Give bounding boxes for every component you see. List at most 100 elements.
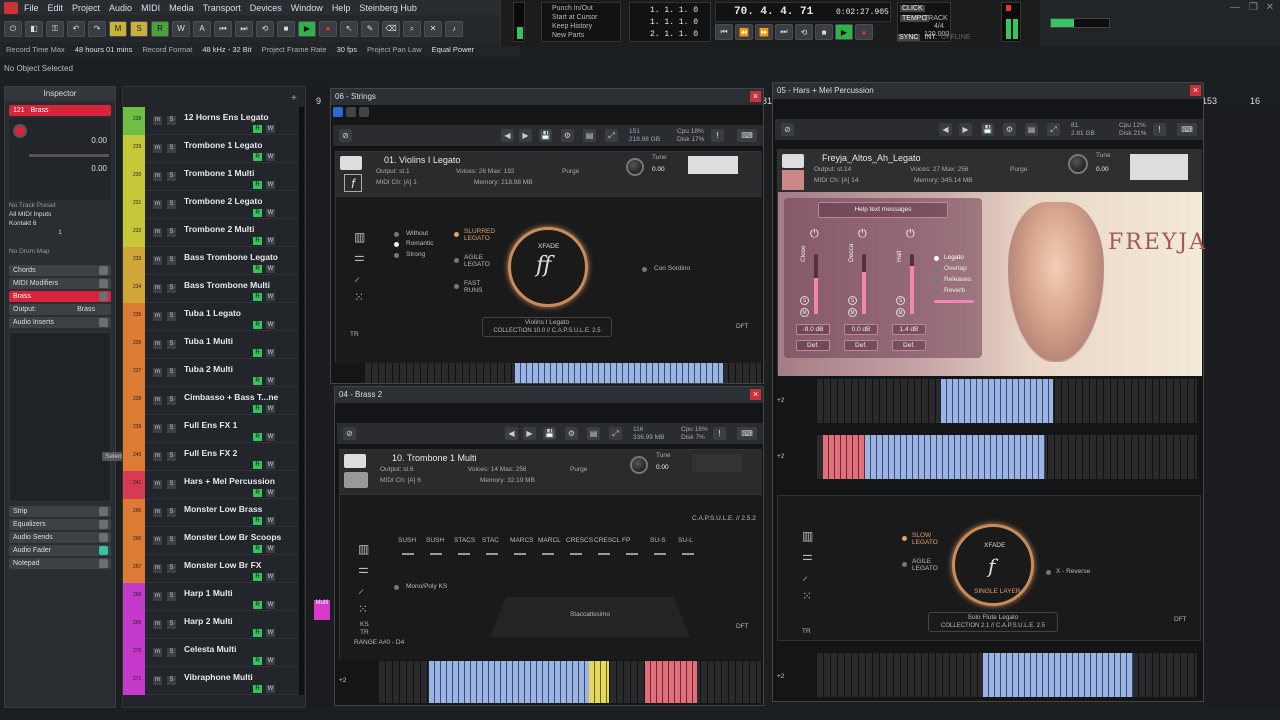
brass-resize-icon[interactable]: ⤢: [609, 427, 622, 440]
track-row[interactable]: 232 m S Trombone 2 Multi R W: [123, 219, 305, 247]
brass-kontakt-logo-icon[interactable]: ⊘: [343, 427, 356, 440]
solo-button[interactable]: S: [167, 144, 176, 153]
articulation-button[interactable]: CRESCS: [566, 537, 593, 544]
write-automation-button[interactable]: W: [266, 489, 275, 497]
read-automation-button[interactable]: R: [253, 573, 262, 581]
solo-button[interactable]: S: [167, 228, 176, 237]
reverb-slider[interactable]: [934, 300, 974, 303]
strings-write-icon[interactable]: [359, 107, 369, 117]
track-color[interactable]: 241: [123, 471, 145, 499]
brass-dft[interactable]: DFT: [736, 623, 749, 630]
read-automation-button[interactable]: R: [253, 601, 262, 609]
brass-rack-icon[interactable]: ▤: [587, 427, 600, 440]
section-midi-modifiers[interactable]: MIDI Modifiers: [9, 278, 111, 289]
mute-button[interactable]: m: [153, 172, 162, 181]
punch-locator[interactable]: 2. 1. 1. 0: [650, 30, 698, 39]
cycle2-icon[interactable]: ⟲: [795, 24, 813, 40]
write-automation-button[interactable]: W: [266, 293, 275, 301]
read-mode-button[interactable]: R: [151, 20, 169, 37]
articulation-button[interactable]: CRESCL: [594, 537, 620, 544]
prev-icon[interactable]: ◀: [501, 129, 514, 142]
mute-button[interactable]: m: [153, 116, 162, 125]
brass-save-icon[interactable]: 💾: [543, 427, 556, 440]
articulation-button[interactable]: FP: [622, 537, 630, 544]
opt-reverb[interactable]: Reverb: [944, 287, 965, 294]
constrain-delay-icon[interactable]: ◧: [25, 20, 43, 37]
write-automation-button[interactable]: W: [266, 237, 275, 245]
read-automation-button[interactable]: R: [253, 153, 262, 161]
write-automation-button[interactable]: W: [266, 517, 275, 525]
flute-tr[interactable]: TR: [802, 628, 811, 635]
track-name[interactable]: Hars + Mel Percussion: [184, 476, 275, 486]
read-automation-button[interactable]: R: [253, 657, 262, 665]
hars-rack-icon[interactable]: ▤: [1025, 123, 1038, 136]
mic-mute-button[interactable]: M: [896, 308, 905, 317]
redo-icon[interactable]: ↷: [88, 20, 106, 37]
mic-default-button[interactable]: Def.: [796, 340, 830, 351]
track-color[interactable]: 235: [123, 303, 145, 331]
mic-level-value[interactable]: 1.4 dB: [892, 324, 926, 335]
mic-slider[interactable]: [814, 254, 818, 314]
menu-midi[interactable]: MIDI: [141, 3, 160, 13]
rack-icon[interactable]: ▤: [583, 129, 596, 142]
solo-button[interactable]: S: [167, 368, 176, 377]
write-automation-button[interactable]: W: [266, 321, 275, 329]
track-name[interactable]: Full Ens FX 1: [184, 420, 237, 430]
hars-save-icon[interactable]: 💾: [981, 123, 994, 136]
brass-gear-icon[interactable]: ⚙: [565, 427, 578, 440]
slow-legato-dot[interactable]: [902, 536, 907, 541]
insert-slots[interactable]: [9, 332, 111, 502]
track-color[interactable]: 231: [123, 191, 145, 219]
new-parts-option[interactable]: New Parts: [552, 32, 584, 39]
art-strong[interactable]: Strong: [406, 251, 425, 258]
automation-mode-button[interactable]: A: [193, 20, 211, 37]
brass-ks[interactable]: KS: [360, 621, 369, 628]
go-end-icon[interactable]: ⏭: [775, 24, 793, 40]
track-color[interactable]: 271: [123, 667, 145, 695]
opt-legato[interactable]: Legato: [944, 254, 964, 261]
flute-mode-agile[interactable]: AGILE LEGATO: [912, 558, 938, 572]
articulation-button[interactable]: SU-L: [678, 537, 693, 544]
track-color[interactable]: 230: [123, 163, 145, 191]
strings-tr[interactable]: TR: [350, 331, 359, 338]
strings-read-icon[interactable]: [346, 107, 356, 117]
gear-icon[interactable]: ⚙: [561, 129, 574, 142]
track-row[interactable]: 238 m S Cimbasso + Bass T...ne R W: [123, 387, 305, 415]
write-automation-button[interactable]: W: [266, 377, 275, 385]
track-name[interactable]: Tuba 2 Multi: [184, 364, 233, 374]
brass-side-icons[interactable]: ▥ ⚌ ⸝ ⁙: [358, 539, 369, 619]
multi-part-tag[interactable]: Multi: [314, 600, 330, 620]
brass-keyboard-toggle-icon[interactable]: ⌨: [737, 427, 757, 440]
hars-gear-icon[interactable]: ⚙: [1003, 123, 1016, 136]
track-color[interactable]: 228: [123, 107, 145, 135]
articulation-button[interactable]: STAC: [482, 537, 499, 544]
read-automation-button[interactable]: R: [253, 377, 262, 385]
brass-keyboard[interactable]: [379, 661, 761, 703]
track-name[interactable]: Cimbasso + Bass T...ne: [184, 392, 278, 402]
mic-slider[interactable]: [910, 254, 914, 314]
midi-channel[interactable]: 1: [9, 229, 111, 236]
read-automation-button[interactable]: R: [253, 181, 262, 189]
mic-slider[interactable]: [862, 254, 866, 314]
solo-button[interactable]: S: [167, 256, 176, 265]
mute-button[interactable]: m: [153, 564, 162, 573]
menu-steinberg-hub[interactable]: Steinberg Hub: [359, 3, 417, 13]
track-color[interactable]: 234: [123, 275, 145, 303]
stop-icon[interactable]: ■: [277, 20, 295, 37]
opt-releases[interactable]: Releases: [944, 276, 971, 283]
strings-purge[interactable]: Purge: [562, 168, 579, 175]
freyja-midi-ch[interactable]: MIDI Ch: [A] 14: [814, 177, 858, 184]
track-row[interactable]: 235 m S Tuba 1 Legato R W: [123, 303, 305, 331]
write-automation-button[interactable]: W: [266, 433, 275, 441]
cycle-icon[interactable]: ⟲: [256, 20, 274, 37]
flute-side-icons[interactable]: ▥ ⚌ ⸝ ⁙: [802, 526, 813, 606]
track-row[interactable]: 228 m S 12 Horns Ens Legato R W: [123, 107, 305, 135]
x-reverse[interactable]: X - Reverse: [1056, 568, 1090, 575]
write-automation-button[interactable]: W: [266, 461, 275, 469]
mute-button[interactable]: m: [153, 256, 162, 265]
hars-next-icon[interactable]: ▶: [959, 123, 972, 136]
mic-mute-button[interactable]: M: [848, 308, 857, 317]
brass-next-icon[interactable]: ▶: [523, 427, 536, 440]
track-color[interactable]: 266: [123, 527, 145, 555]
write-automation-button[interactable]: W: [266, 629, 275, 637]
